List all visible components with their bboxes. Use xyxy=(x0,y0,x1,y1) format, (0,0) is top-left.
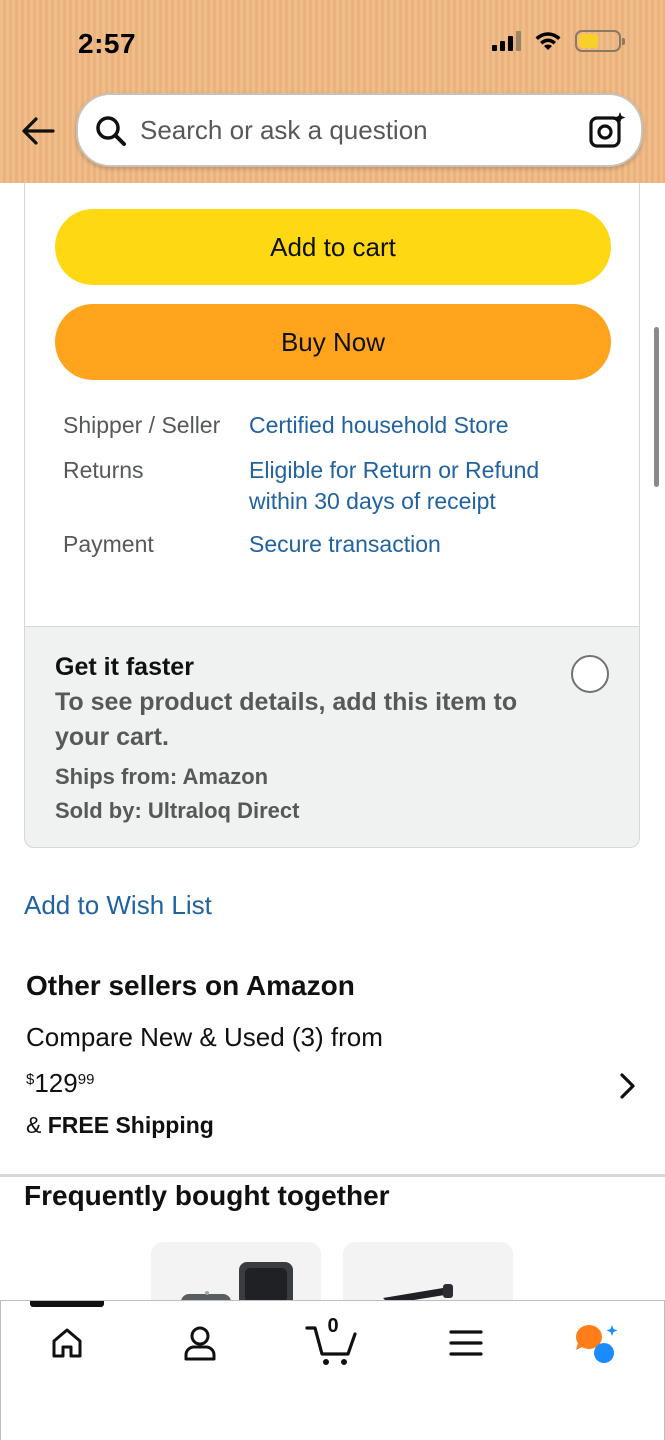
frequently-bought-together-title: Frequently bought together xyxy=(24,1180,390,1211)
section-divider xyxy=(0,1174,665,1177)
nav-menu[interactable] xyxy=(438,1318,494,1368)
cellular-signal-icon xyxy=(492,31,521,51)
search-icon xyxy=(96,116,126,146)
scrollbar[interactable] xyxy=(654,327,659,487)
shipping-bold: FREE Shipping xyxy=(47,1112,214,1138)
returns-label: Returns xyxy=(63,457,144,483)
other-sellers-price: $ 129 99 xyxy=(26,1068,94,1098)
shipper-seller-link[interactable]: Certified household Store xyxy=(249,410,589,441)
battery-icon xyxy=(575,30,625,52)
camera-search-icon[interactable] xyxy=(587,110,627,150)
price-fraction: 99 xyxy=(77,1071,95,1088)
other-sellers-title: Other sellers on Amazon xyxy=(26,970,355,1001)
add-to-cart-button[interactable]: Add to cart xyxy=(55,209,611,285)
chevron-right-icon xyxy=(620,1073,635,1099)
sold-by-text: Sold by: Ultraloq Direct xyxy=(55,798,300,823)
payment-label: Payment xyxy=(63,531,154,557)
nav-account[interactable] xyxy=(172,1318,228,1368)
back-arrow-icon xyxy=(22,117,55,145)
search-bar[interactable] xyxy=(76,93,643,167)
price-whole: 129 xyxy=(34,1068,78,1098)
compare-new-used-text: Compare New & Used (3) from xyxy=(26,1022,383,1052)
free-shipping-text: & FREE Shipping xyxy=(26,1112,214,1139)
get-it-faster-radio[interactable] xyxy=(571,655,609,693)
status-time: 2:57 xyxy=(78,28,137,59)
ships-from-text: Ships from: Amazon xyxy=(55,764,269,789)
menu-icon xyxy=(449,1330,483,1356)
get-it-faster-title: Get it faster xyxy=(55,653,194,681)
buy-box: Add to cart Buy Now Shipper / Seller Cer… xyxy=(24,183,640,627)
add-to-wish-list-link[interactable]: Add to Wish List xyxy=(24,890,212,921)
account-icon xyxy=(184,1326,216,1361)
shipper-seller-label: Shipper / Seller xyxy=(63,412,221,438)
buy-now-button[interactable]: Buy Now xyxy=(55,304,611,380)
other-sellers-section[interactable]: Other sellers on Amazon Compare New & Us… xyxy=(0,960,665,1175)
home-tab-indicator xyxy=(30,1301,104,1307)
home-icon xyxy=(52,1328,82,1358)
rufus-ai-icon xyxy=(576,1325,618,1363)
nav-cart[interactable]: 0 xyxy=(302,1315,362,1368)
cart-count-badge: 0 xyxy=(327,1315,339,1337)
get-it-faster-option[interactable]: Get it faster To see product details, ad… xyxy=(24,626,640,848)
status-icons xyxy=(492,30,625,52)
back-button[interactable] xyxy=(18,110,58,152)
price-symbol: $ xyxy=(26,1071,35,1088)
nav-rufus-ai[interactable] xyxy=(568,1318,624,1368)
payment-link[interactable]: Secure transaction xyxy=(249,529,589,560)
shipping-prefix: & xyxy=(26,1112,48,1138)
wifi-icon xyxy=(535,32,561,50)
search-input[interactable] xyxy=(140,107,570,153)
get-it-faster-description: To see product details, add this item to… xyxy=(55,688,518,751)
app-header: 2:57 xyxy=(0,0,665,183)
returns-link[interactable]: Eligible for Return or Refund within 30 … xyxy=(249,455,589,517)
nav-home[interactable] xyxy=(39,1318,95,1368)
